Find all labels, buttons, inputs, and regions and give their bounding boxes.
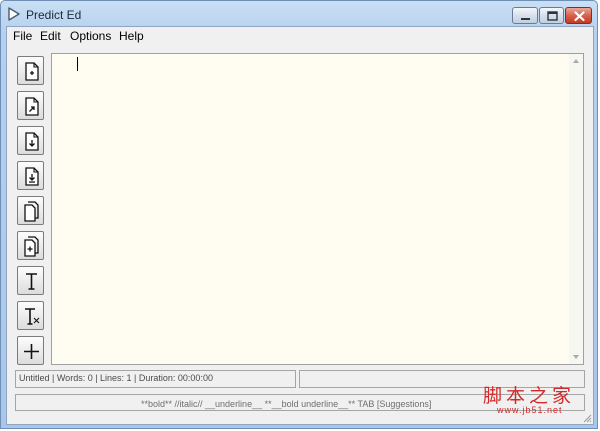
new-document-icon (25, 62, 39, 81)
add-document-button[interactable] (17, 231, 44, 260)
format-hint: **bold** //italic// __underline__ **__bo… (141, 399, 432, 409)
text-caret (77, 57, 78, 71)
status-info-panel: Untitled | Words: 0 | Lines: 1 | Duratio… (15, 370, 296, 388)
client-area: File Edit Options Help Untitled | Words:… (6, 26, 594, 425)
text-editor[interactable] (51, 53, 584, 365)
watermark-main: 脚本之家 (483, 385, 576, 407)
save-document-icon (25, 132, 39, 151)
app-window: Predict Ed File Edit Options Help Untitl… (0, 0, 598, 429)
maximize-button[interactable] (539, 7, 564, 24)
menu-edit[interactable]: Edit (40, 29, 61, 43)
menu-options[interactable]: Options (70, 29, 111, 43)
copy-documents-icon (24, 201, 39, 222)
clear-format-icon (25, 308, 40, 325)
watermark-url: www.jb51.net (497, 405, 563, 415)
status-info: Untitled | Words: 0 | Lines: 1 | Duratio… (19, 373, 213, 383)
open-document-button[interactable] (17, 91, 44, 120)
close-button[interactable] (565, 7, 592, 24)
menu-file[interactable]: File (13, 29, 32, 43)
minimize-button[interactable] (512, 7, 538, 24)
copy-documents-button[interactable] (17, 196, 44, 225)
text-format-icon (26, 273, 37, 290)
vertical-scrollbar[interactable] (569, 54, 583, 364)
scroll-down-icon[interactable] (569, 350, 583, 364)
open-document-icon (25, 97, 39, 116)
maximize-icon (547, 11, 558, 21)
window-title: Predict Ed (26, 8, 82, 22)
text-format-button[interactable] (17, 266, 44, 295)
menu-bar: File Edit Options Help (7, 27, 593, 46)
save-document-button[interactable] (17, 126, 44, 155)
menu-help[interactable]: Help (119, 29, 144, 43)
watermark: 脚本之家 www.jb51.net (483, 381, 587, 421)
add-button[interactable] (17, 336, 44, 365)
app-play-icon (8, 7, 20, 21)
clear-format-button[interactable] (17, 301, 44, 330)
plus-icon (24, 344, 39, 359)
title-bar[interactable]: Predict Ed (1, 1, 599, 27)
new-document-button[interactable] (17, 56, 44, 85)
save-as-document-icon (25, 167, 39, 186)
minimize-icon (521, 18, 530, 20)
scroll-up-icon[interactable] (569, 54, 583, 68)
close-icon (574, 11, 585, 22)
save-as-document-button[interactable] (17, 161, 44, 190)
add-document-icon (24, 236, 39, 257)
